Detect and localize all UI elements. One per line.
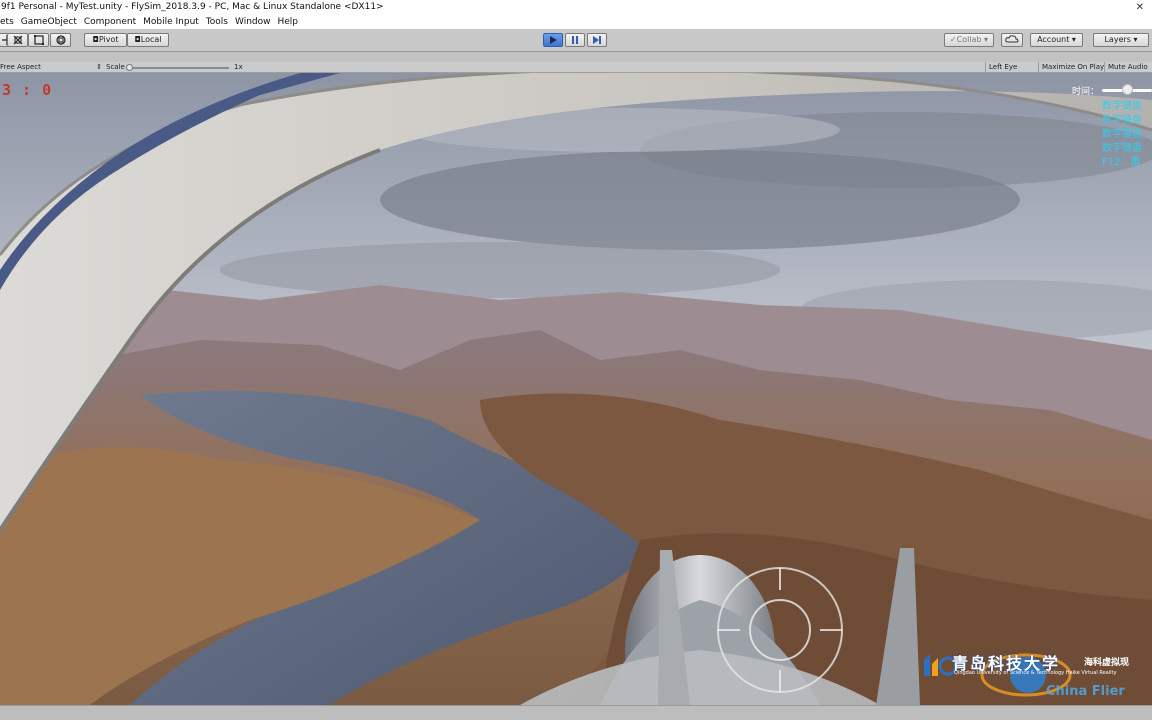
menu-tools[interactable]: Tools [206, 15, 228, 29]
step-button[interactable] [587, 33, 607, 47]
watermark-text: China Flier [1046, 684, 1125, 699]
window-title: 9f1 Personal - MyTest.unity - FlySim_201… [1, 2, 384, 12]
game-view-bar: Free Aspect ⇕ Scale 1x Left Eye Maximize… [0, 62, 1152, 73]
main-toolbar: ◘Pivot ◘Local ✓Collab ▾ Account ▾ Layers… [0, 29, 1152, 52]
collab-label: Collab [956, 35, 982, 44]
mute-label: Mute Audio [1108, 63, 1148, 71]
left-eye-label: Left Eye [989, 63, 1018, 71]
pivot-toggle-button[interactable]: ◘Pivot [84, 33, 127, 47]
hint-line: F12：重 [1102, 157, 1141, 168]
layers-dropdown[interactable]: Layers ▾ [1093, 33, 1149, 47]
close-icon[interactable]: ✕ [1136, 0, 1144, 15]
left-eye-dropdown[interactable]: Left Eye [985, 62, 1020, 73]
rect-tool-button[interactable] [28, 33, 49, 47]
virtual-reality-label: 海科虚拟现 [1084, 658, 1130, 668]
aspect-label: Free Aspect [0, 63, 41, 71]
hint-line: 数字键盘 [1102, 129, 1142, 140]
cloud-icon [1005, 35, 1019, 43]
transform-tool-icon [55, 35, 66, 45]
score-display: 3 : 0 [2, 81, 53, 99]
status-bar [0, 705, 1152, 720]
aspect-dropdown[interactable]: Free Aspect ⇕ [0, 62, 102, 73]
time-slider-thumb[interactable] [1122, 84, 1133, 95]
menu-component[interactable]: Component [84, 15, 136, 29]
game-view[interactable] [0, 73, 1152, 705]
scale-tool-icon [13, 35, 22, 45]
chevron-updown-icon: ⇕ [96, 63, 102, 71]
collab-button[interactable]: ✓Collab ▾ [944, 33, 994, 47]
step-icon [593, 36, 601, 44]
chevron-down-icon: ▾ [981, 35, 989, 44]
account-label: Account [1037, 35, 1070, 44]
scale-slider-thumb[interactable] [126, 64, 133, 71]
scale-tool-button[interactable] [7, 33, 28, 47]
scale-label: Scale [106, 63, 125, 71]
chevron-down-icon: ▾ [1069, 35, 1076, 44]
pivot-label: Pivot [98, 35, 119, 44]
control-hints: 数字键盘 数字键盘 数字键盘 数字键盘 F12：重 [1102, 100, 1142, 170]
school-english-name: Qingdao University of Science & Technolo… [954, 670, 1117, 676]
university-logo: 青岛科技大学 海科虚拟现 Qingdao University of Scien… [916, 648, 1152, 705]
rect-tool-icon [33, 35, 44, 45]
scale-value: 1x [234, 63, 243, 71]
local-label: Local [140, 35, 162, 44]
chevron-down-icon: ▾ [1130, 35, 1138, 44]
pause-icon [572, 36, 578, 44]
hint-line: 数字键盘 [1102, 115, 1142, 126]
maximize-label: Maximize On Play [1042, 63, 1105, 71]
cloud-button[interactable] [1001, 33, 1023, 47]
menu-gameobject[interactable]: GameObject [21, 15, 77, 29]
mute-audio-toggle[interactable]: Mute Audio [1104, 62, 1151, 73]
layers-label: Layers [1104, 35, 1131, 44]
menu-bar: ets GameObject Component Mobile Input Tools W… [0, 15, 1152, 29]
hint-line: 数字键盘 [1102, 143, 1142, 154]
pause-button[interactable] [565, 33, 585, 47]
menu-mobile-input[interactable]: Mobile Input [143, 15, 199, 29]
menu-assets[interactable]: ets [0, 15, 14, 29]
local-toggle-button[interactable]: ◘Local [127, 33, 169, 47]
account-dropdown[interactable]: Account ▾ [1030, 33, 1083, 47]
time-label: 时间： [1072, 87, 1100, 97]
transform-tool-button[interactable] [50, 33, 71, 47]
collab-check-icon: ✓ [949, 35, 957, 44]
flight-scene [0, 73, 1152, 705]
menu-help[interactable]: Help [278, 15, 299, 29]
play-icon [550, 36, 557, 44]
maximize-on-play-toggle[interactable]: Maximize On Play [1038, 62, 1107, 73]
menu-window[interactable]: Window [235, 15, 271, 29]
play-button[interactable] [543, 33, 563, 47]
scale-slider-track[interactable] [129, 67, 229, 69]
hint-line: 数字键盘 [1102, 101, 1142, 112]
window-title-bar: 9f1 Personal - MyTest.unity - FlySim_201… [0, 0, 1152, 15]
